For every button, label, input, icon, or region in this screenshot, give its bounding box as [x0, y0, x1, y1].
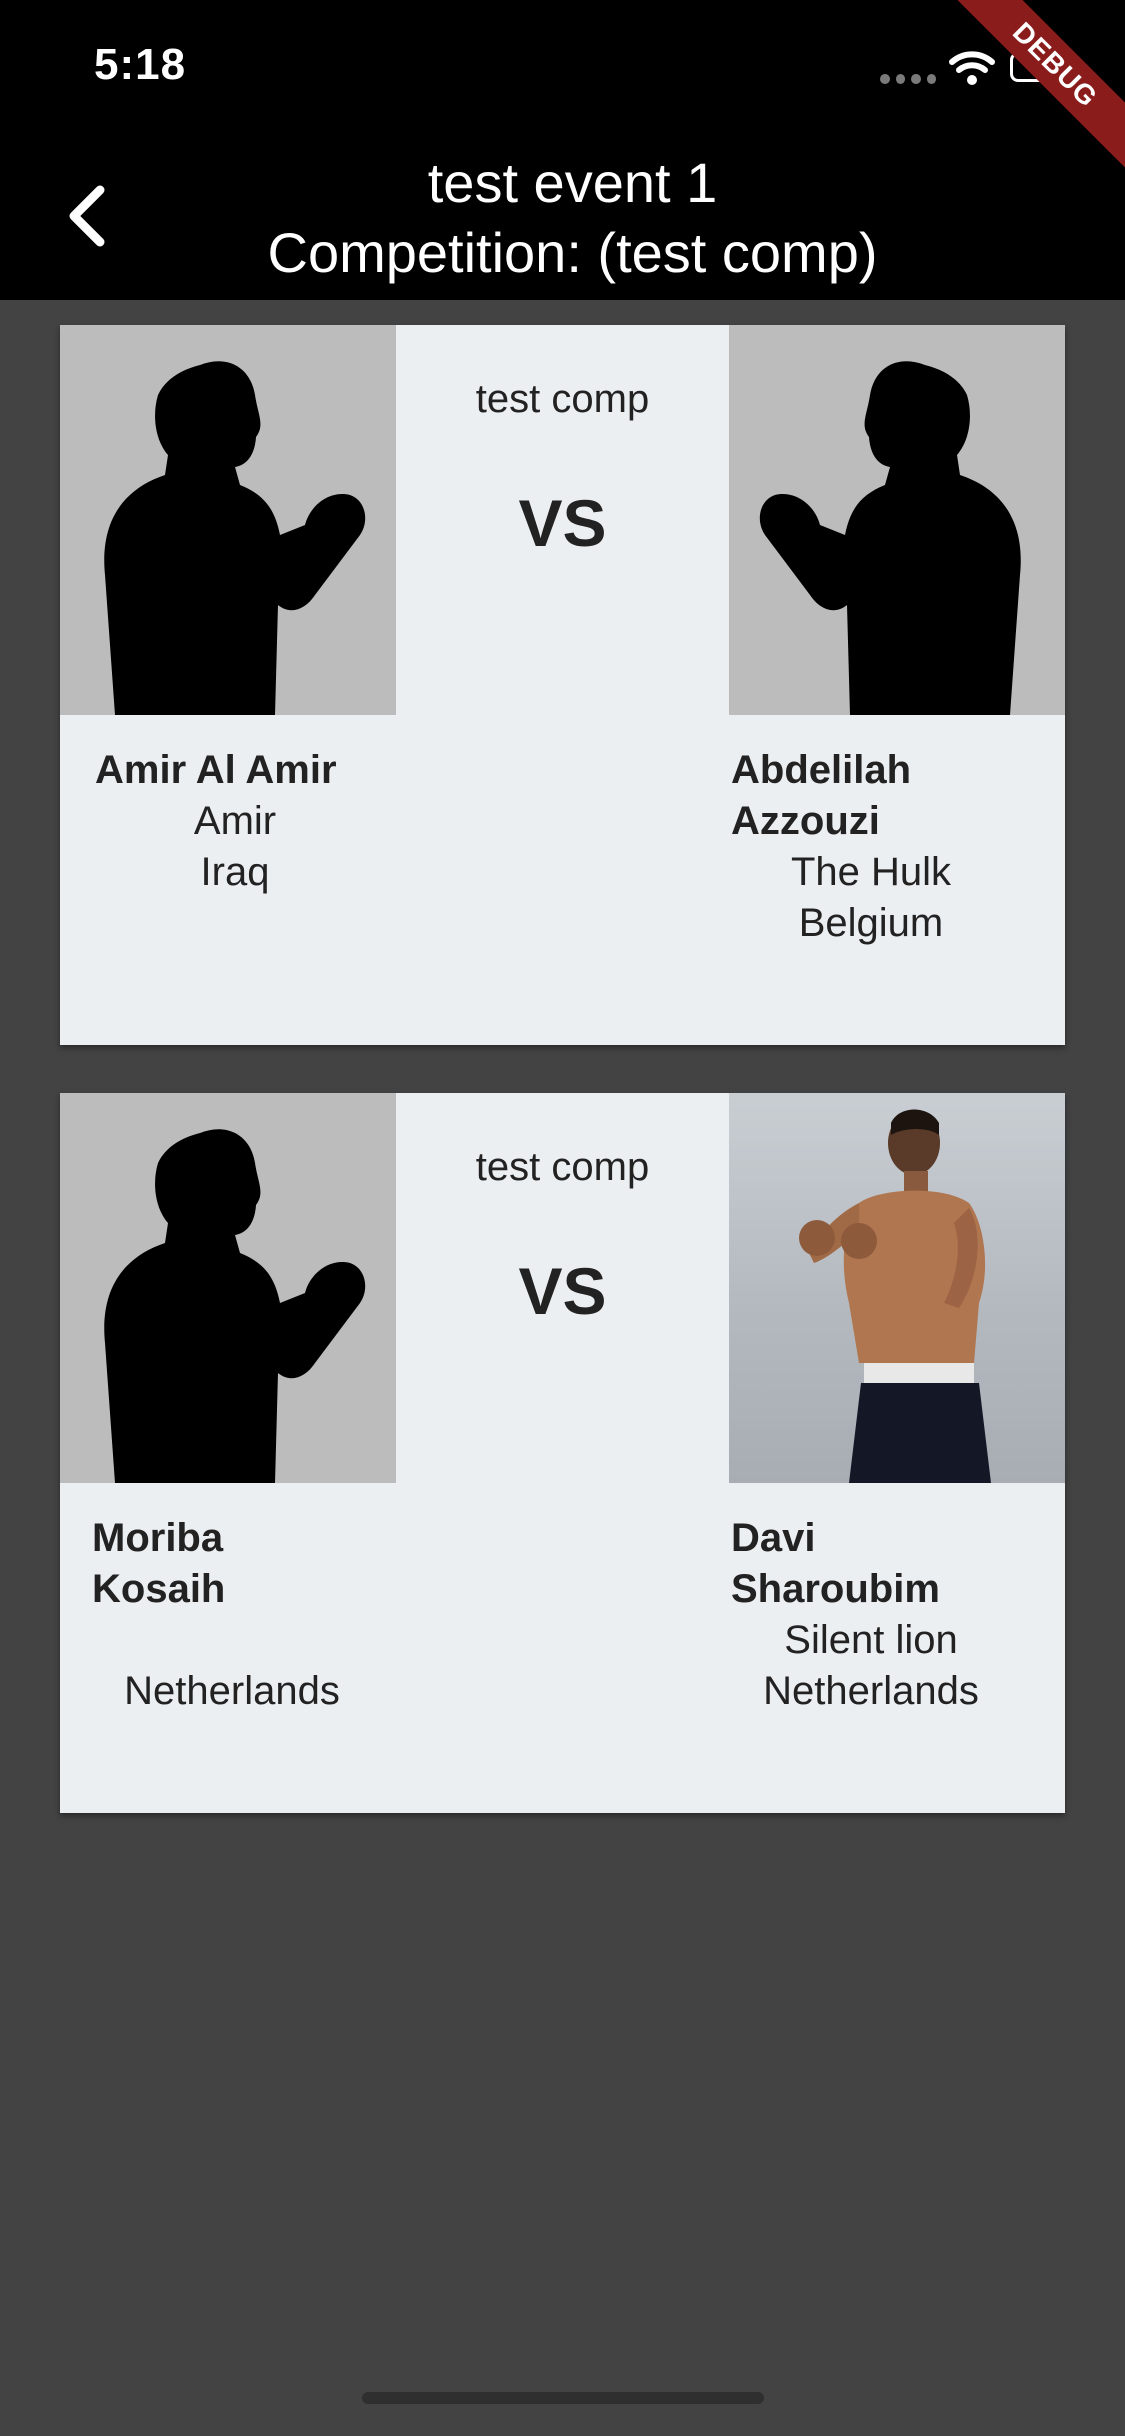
- wifi-icon: [949, 51, 995, 85]
- competition-label: test comp: [475, 377, 650, 421]
- event-title: test event 1: [427, 151, 718, 214]
- fighter-info-right: Abdelilah Azzouzi The Hulk Belgium: [731, 745, 1011, 949]
- fighter-country: Iraq: [200, 850, 270, 894]
- status-time: 5:18: [94, 40, 187, 89]
- fighter-photo-icon: [799, 1109, 991, 1483]
- fighter-name: Moriba Kosaih: [92, 1516, 226, 1611]
- match-center: test comp VS: [396, 325, 729, 715]
- competition-title: Competition: (test comp): [267, 221, 878, 284]
- fighter-name: Davi Sharoubim: [731, 1516, 940, 1611]
- fighter-photo-left: [60, 1093, 396, 1483]
- fighter-silhouette-icon: [759, 361, 1021, 715]
- signal-icon: [880, 74, 936, 84]
- fighter-country: Belgium: [798, 901, 944, 945]
- fighter-nickname: Amir: [193, 799, 277, 843]
- chevron-left-icon: [69, 185, 105, 247]
- fighter-name: Amir Al Amir: [95, 748, 337, 792]
- fighter-photo-left: [60, 325, 396, 715]
- home-indicator[interactable]: [362, 2392, 764, 2404]
- fighter-info-right: Davi Sharoubim Silent lion Netherlands: [731, 1513, 1011, 1717]
- page-title: test event 1 Competition: (test comp): [140, 148, 1005, 288]
- back-button[interactable]: [56, 176, 116, 256]
- match-card[interactable]: test comp VS Moriba Kosaih Netherlands D…: [60, 1093, 1065, 1813]
- fighter-name: Abdelilah Azzouzi: [731, 748, 912, 843]
- fighter-silhouette-icon: [104, 1129, 366, 1483]
- fighter-silhouette-icon: [104, 361, 366, 715]
- fighter-photo-right: [729, 325, 1065, 715]
- fighter-nickname: [92, 1615, 372, 1666]
- competition-label: test comp: [475, 1145, 650, 1189]
- fighter-country: Netherlands: [124, 1669, 340, 1713]
- match-card[interactable]: test comp VS Amir Al Amir Amir Iraq Abde…: [60, 325, 1065, 1045]
- vs-label: VS: [518, 486, 607, 560]
- vs-label: VS: [518, 1254, 607, 1328]
- fighter-nickname: Silent lion: [784, 1618, 958, 1662]
- fighter-info-left: Amir Al Amir Amir Iraq: [95, 745, 375, 898]
- fighter-nickname: The Hulk: [790, 850, 952, 894]
- fighter-country: Netherlands: [763, 1669, 979, 1713]
- match-center: test comp VS: [396, 1093, 729, 1483]
- app-bar: 5:18 DEBUG test event 1 Competition: (te…: [0, 0, 1125, 300]
- fighter-photo-right: [729, 1093, 1065, 1483]
- fighter-info-left: Moriba Kosaih Netherlands: [92, 1513, 372, 1717]
